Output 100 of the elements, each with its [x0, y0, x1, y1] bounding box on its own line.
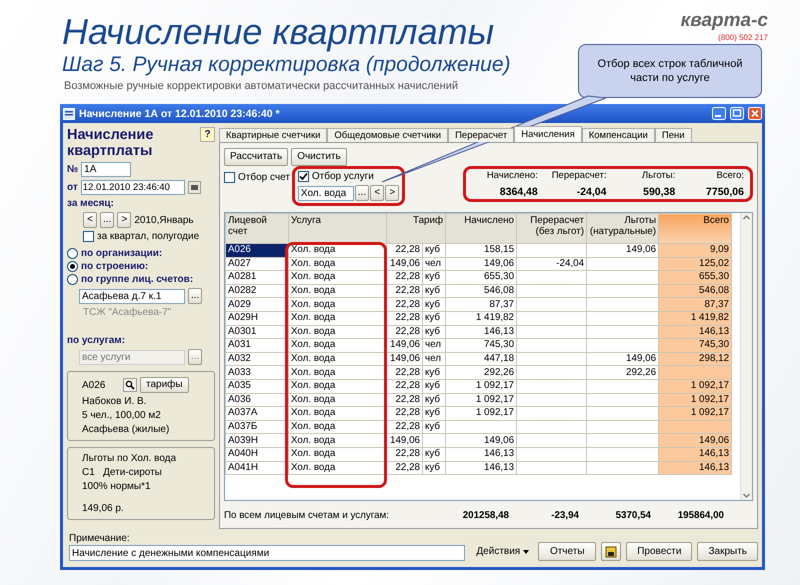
number-field[interactable]: 1А: [81, 162, 132, 177]
table-cell: куб: [422, 406, 446, 420]
tab[interactable]: Начисления: [514, 126, 582, 142]
table-cell: Хол. вода: [288, 393, 386, 407]
post-icon-button[interactable]: [601, 542, 622, 561]
table-cell: куб: [422, 447, 446, 461]
table-cell: Хол. вода: [288, 366, 386, 380]
table-cell: 149,06: [386, 338, 422, 352]
action-button[interactable]: Отчеты: [538, 542, 596, 561]
table-cell: Хол. вода: [288, 461, 386, 475]
minimize-icon[interactable]: [712, 107, 726, 120]
table-cell: -24,04: [516, 257, 587, 271]
table-cell: А027: [226, 257, 288, 271]
month-nav-button[interactable]: ...: [100, 212, 114, 228]
hoa-name: ТСЖ "Асафьева-7": [82, 307, 172, 318]
column-header[interactable]: Перерасчет (без льгот): [516, 214, 587, 244]
actions-menu[interactable]: Действия: [472, 546, 534, 557]
column-header[interactable]: Начислено: [446, 214, 517, 244]
month-nav-button[interactable]: <: [83, 212, 97, 228]
table-cell: куб: [422, 325, 446, 339]
scroll-up-icon[interactable]: [742, 213, 751, 222]
checkbox[interactable]: [83, 231, 94, 242]
form-heading: Начисление квартплаты: [67, 127, 154, 159]
table-cell: [516, 270, 587, 284]
table-cell: чел: [422, 352, 446, 366]
tab[interactable]: Квартирные счетчики: [219, 128, 328, 142]
table-cell: 745,30: [446, 338, 517, 352]
table-cell: [516, 420, 587, 434]
account-info: 5 чел., 100,00 м2: [82, 410, 162, 421]
scroll-down-icon[interactable]: [742, 491, 751, 500]
table-cell: Хол. вода: [288, 284, 386, 298]
table-cell: Хол. вода: [288, 298, 386, 312]
table-cell: 1 419,82: [658, 311, 732, 326]
filter-button[interactable]: ...: [354, 185, 370, 201]
services-label: по услугам:: [67, 335, 126, 346]
summary-label: Перерасчет:: [550, 170, 606, 181]
table-cell: 745,30: [658, 338, 732, 352]
building-field[interactable]: Асафьева д.7 к.1: [79, 288, 185, 304]
table-cell: [516, 311, 587, 326]
totals-value: -23,94: [550, 510, 580, 520]
search-icon[interactable]: [123, 378, 137, 392]
close-icon[interactable]: [748, 107, 762, 120]
month-nav-button[interactable]: >: [117, 212, 132, 228]
table-cell: А039Н: [226, 434, 288, 448]
table-cell: [516, 338, 587, 352]
table-cell: 546,08: [658, 284, 732, 298]
toolbar-button[interactable]: Рассчитать: [224, 148, 288, 166]
tab[interactable]: Общедомовые счетчики: [327, 128, 448, 142]
table-cell: 149,06: [586, 244, 659, 258]
toolbar-button[interactable]: Очистить: [291, 148, 347, 166]
radio-label: по организации:: [81, 248, 162, 259]
radio-label: по строению:: [81, 261, 148, 272]
action-button[interactable]: Провести: [626, 542, 692, 561]
column-header[interactable]: Лицевой счет: [226, 214, 288, 244]
date-field[interactable]: 12.01.2010 23:46:40: [80, 180, 185, 195]
table-cell: Хол. вода: [288, 420, 386, 434]
tab[interactable]: Перерасчет: [448, 128, 514, 142]
table-cell: Хол. вода: [288, 257, 386, 271]
filter-button[interactable]: <: [370, 185, 384, 201]
maximize-icon[interactable]: [730, 107, 744, 120]
tariffs-button[interactable]: тарифы: [140, 377, 189, 393]
totals-value: 5370,54: [614, 510, 652, 520]
filter-button[interactable]: >: [385, 185, 400, 201]
summary-value: 7750,06: [705, 186, 744, 198]
radio-button[interactable]: [67, 274, 78, 285]
column-header[interactable]: Тариф: [386, 214, 446, 244]
select-button[interactable]: ...: [188, 288, 202, 304]
table-cell: 546,08: [446, 284, 517, 298]
scrollbar[interactable]: [740, 213, 752, 500]
column-header[interactable]: Льготы (натуральные): [586, 214, 659, 244]
help-button[interactable]: ?: [200, 127, 215, 142]
account-info: Набоков И. В.: [82, 396, 148, 407]
table-cell: 298,12: [658, 352, 732, 366]
radio-button[interactable]: [67, 248, 78, 259]
action-button[interactable]: Закрыть: [697, 542, 758, 561]
table-cell: 22,28: [386, 270, 422, 284]
table-cell: 9,09: [658, 244, 732, 258]
table-cell: [446, 420, 517, 434]
date-label: от: [67, 182, 78, 193]
summary-label: Начислено:: [486, 170, 538, 181]
radio-button[interactable]: [67, 261, 78, 272]
service-field[interactable]: Хол. вода: [298, 186, 354, 200]
table-cell: 292,26: [586, 366, 659, 380]
summary-label: Льготы:: [640, 170, 676, 181]
note-field[interactable]: Начисление с денежными компенсациями: [69, 545, 465, 561]
checkbox[interactable]: [298, 171, 309, 182]
tab[interactable]: Пени: [654, 128, 692, 142]
checkbox[interactable]: [224, 172, 235, 183]
column-header[interactable]: Всего: [658, 214, 732, 244]
table-cell: 87,37: [446, 298, 517, 312]
table-cell: 146,13: [446, 447, 517, 461]
tab[interactable]: Компенсации: [582, 128, 655, 142]
table-cell: 149,06: [446, 434, 517, 448]
calendar-icon[interactable]: [188, 181, 201, 194]
table-cell: куб: [422, 366, 446, 380]
table-cell: куб: [422, 393, 446, 407]
table-cell: 146,13: [658, 325, 732, 339]
radio-label: по группе лиц. счетов:: [81, 274, 194, 285]
table-cell: 1 092,17: [446, 379, 517, 394]
column-header[interactable]: Услуга: [288, 214, 386, 244]
